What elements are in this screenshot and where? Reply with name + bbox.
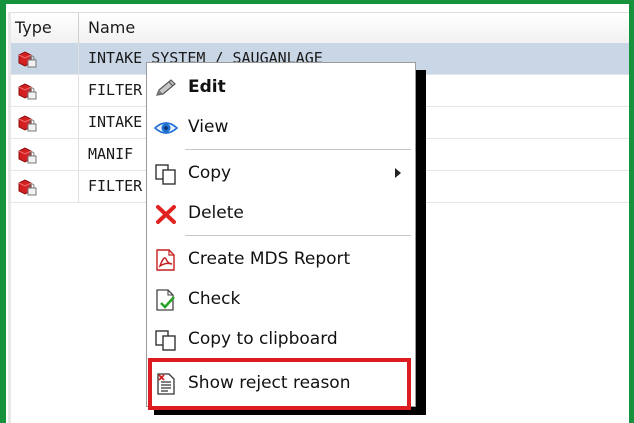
- cell-divider: [78, 43, 79, 74]
- eye-icon: [154, 122, 178, 134]
- check-document-icon: [156, 289, 175, 311]
- pdf-report-icon: [156, 249, 175, 271]
- menu-item-label: Delete: [188, 203, 244, 223]
- menu-separator: [185, 235, 411, 236]
- copy-icon: [155, 164, 176, 185]
- cell-divider: [78, 171, 79, 202]
- red-part-icon: [18, 51, 37, 68]
- red-part-icon: [18, 83, 37, 100]
- menu-item-label: Create MDS Report: [188, 249, 351, 269]
- row-name: INTAKE: [88, 113, 143, 131]
- cell-divider: [78, 75, 79, 106]
- submenu-arrow-icon: [395, 168, 401, 178]
- menu-item-label: Edit: [188, 77, 226, 97]
- delete-x-icon: [156, 205, 176, 224]
- menu-item-label: Check: [188, 289, 241, 309]
- menu-item-check[interactable]: Check: [147, 281, 415, 317]
- grid-header: Type Name: [11, 12, 629, 44]
- menu-item-label: Copy: [188, 163, 232, 183]
- menu-item-view[interactable]: View: [147, 109, 415, 145]
- highlight-box: [148, 358, 411, 410]
- menu-separator: [185, 149, 411, 150]
- red-part-icon: [18, 115, 37, 132]
- menu-item-label: Copy to clipboard: [188, 329, 338, 349]
- row-name: MANIF: [88, 145, 134, 163]
- row-name: FILTER: [88, 177, 143, 195]
- column-header-name[interactable]: Name: [88, 13, 135, 43]
- menu-item-create-mds-report[interactable]: Create MDS Report: [147, 241, 415, 277]
- menu-item-label: View: [188, 117, 229, 137]
- row-name: FILTER: [88, 81, 143, 99]
- menu-item-delete[interactable]: Delete: [147, 195, 415, 231]
- context-menu: Edit View Copy Delete Create MDS Report: [146, 62, 416, 407]
- clipboard-icon: [155, 330, 176, 351]
- red-part-icon: [18, 179, 37, 196]
- column-header-type[interactable]: Type: [15, 13, 52, 43]
- column-divider[interactable]: [78, 13, 79, 43]
- pencil-icon: [156, 79, 176, 96]
- cell-divider: [78, 107, 79, 138]
- menu-item-copy[interactable]: Copy: [147, 155, 415, 191]
- cell-divider: [78, 139, 79, 170]
- menu-item-copy-to-clipboard[interactable]: Copy to clipboard: [147, 321, 415, 357]
- menu-item-edit[interactable]: Edit: [147, 69, 415, 105]
- red-part-icon: [18, 147, 37, 164]
